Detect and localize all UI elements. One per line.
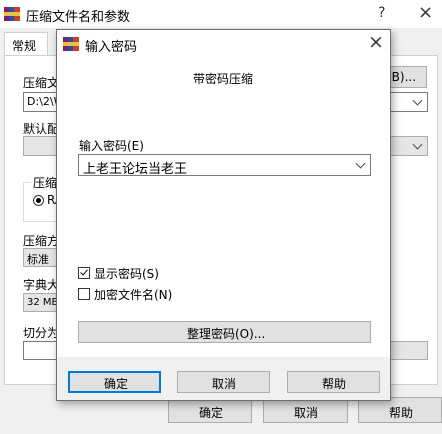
winrar-icon bbox=[63, 37, 79, 51]
dictionary-value: 32 MB bbox=[27, 297, 59, 308]
tab-general[interactable]: 常规 bbox=[4, 32, 48, 56]
main-ok-label: 确定 bbox=[199, 406, 224, 420]
main-cancel-label: 取消 bbox=[294, 406, 319, 420]
dialog-cancel-label: 取消 bbox=[212, 377, 237, 391]
encrypt-filenames-checkbox[interactable] bbox=[78, 288, 90, 300]
dialog-ok-label: 确定 bbox=[104, 377, 129, 391]
compression-method-label: 压缩方 bbox=[23, 234, 60, 248]
dialog-close-button[interactable]: × bbox=[368, 31, 384, 53]
password-combo[interactable]: 上老王论坛当老王 bbox=[78, 154, 371, 177]
winrar-icon bbox=[4, 7, 20, 21]
dialog-help-label: 帮助 bbox=[322, 377, 347, 391]
main-help-label: 帮助 bbox=[389, 406, 414, 420]
compression-method-value: 标准 bbox=[27, 253, 49, 266]
chevron-down-icon bbox=[412, 139, 423, 150]
dialog-heading: 带密码压缩 bbox=[193, 72, 254, 86]
chevron-down-icon bbox=[355, 158, 366, 169]
help-title-button[interactable]: ? bbox=[378, 5, 385, 21]
main-window-title: 压缩文件名和参数 bbox=[26, 10, 131, 25]
tab-general-label: 常规 bbox=[12, 39, 37, 53]
format-radio-rar[interactable] bbox=[33, 195, 44, 206]
browse-button-label: (B)... bbox=[387, 70, 417, 84]
dialog-title: 输入密码 bbox=[85, 40, 138, 55]
check-icon bbox=[80, 267, 88, 276]
dialog-ok-button[interactable]: 确定 bbox=[68, 371, 161, 393]
dialog-body: 带密码压缩 输入密码(E) 上老王论坛当老王 显示密码(S) 加密文件名(N) … bbox=[57, 57, 390, 357]
dialog-help-button[interactable]: 帮助 bbox=[287, 371, 380, 393]
show-password-checkbox[interactable] bbox=[78, 267, 90, 279]
organize-passwords-button[interactable]: 整理密码(O)... bbox=[78, 321, 371, 343]
chevron-down-icon bbox=[412, 95, 423, 106]
dialog-title-bar: 输入密码 × bbox=[57, 30, 390, 57]
organize-passwords-label: 整理密码(O)... bbox=[187, 327, 266, 341]
main-close-button[interactable]: × bbox=[418, 2, 433, 23]
split-label: 切分为 bbox=[23, 326, 60, 340]
password-label: 输入密码(E) bbox=[79, 139, 144, 153]
default-config-label: 默认配 bbox=[23, 122, 60, 136]
encrypt-filenames-label: 加密文件名(N) bbox=[94, 288, 173, 302]
password-dialog: 输入密码 × 带密码压缩 输入密码(E) 上老王论坛当老王 显示密码(S) 加密… bbox=[56, 29, 391, 401]
show-password-label: 显示密码(S) bbox=[94, 267, 159, 281]
main-title-bar: 压缩文件名和参数 ? × bbox=[0, 0, 442, 28]
archive-name-label: 压缩文 bbox=[23, 76, 60, 90]
dialog-cancel-button[interactable]: 取消 bbox=[177, 371, 270, 393]
password-value: 上老王论坛当老王 bbox=[83, 162, 188, 177]
dictionary-label: 字典大 bbox=[23, 278, 60, 292]
